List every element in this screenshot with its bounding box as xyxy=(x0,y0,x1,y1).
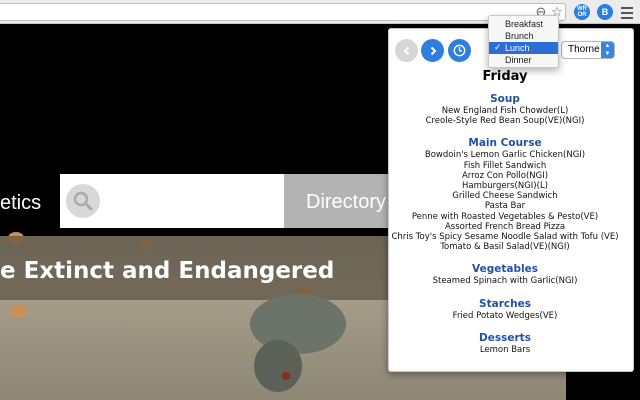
next-day-button[interactable] xyxy=(421,39,444,62)
menu-item: Fried Potato Wedges(VE) xyxy=(452,310,558,321)
dining-menu-popup: Thorne ▲ ▼ Friday Soup New England Fish Ch… xyxy=(388,28,634,372)
menu-category: Starches xyxy=(479,297,531,310)
day-heading: Friday xyxy=(482,69,528,84)
browser-window: etics Directory e Extinct and Endangered… xyxy=(0,0,640,400)
menu-item: Grilled Cheese Sandwich xyxy=(452,191,558,202)
menu-category: Soup xyxy=(490,93,520,105)
menu-item: Arroz Con Pollo(NGI) xyxy=(461,170,549,181)
dining-hall-select[interactable]: Thorne ▲ ▼ xyxy=(561,41,615,59)
chevron-up-down-icon: ▲ ▼ xyxy=(601,42,614,58)
menu-item: Tomato & Basil Salad(VE)(NGI) xyxy=(440,242,570,253)
meal-option-label: Brunch xyxy=(505,31,534,41)
menu-item: Bowdoin's Lemon Garlic Chicken(NGI) xyxy=(424,150,586,161)
menu-item: Pasta Bar xyxy=(484,201,526,212)
meal-option[interactable]: Brunch xyxy=(489,30,558,42)
nav-link[interactable]: etics xyxy=(0,192,41,215)
menu-item: Lemon Bars xyxy=(479,344,531,355)
search-icon[interactable] xyxy=(66,184,100,218)
bird-illustration xyxy=(228,284,348,400)
meal-option-label: Breakfast xyxy=(505,19,544,29)
menu-item: Assorted French Bread Pizza xyxy=(444,221,566,232)
meal-dropdown[interactable]: Breakfast Brunch ✓ Lunch Dinner xyxy=(488,15,559,68)
prev-day-button[interactable] xyxy=(395,39,418,62)
menu-item: Fish Fillet Sandwich xyxy=(463,160,547,171)
meal-option[interactable]: Breakfast xyxy=(489,18,558,30)
b-extension-icon[interactable]: B xyxy=(597,4,613,20)
meal-option-label: Lunch xyxy=(505,43,530,53)
menu-item: Chris Toy's Spicy Sesame Noodle Salad wi… xyxy=(391,232,619,243)
address-bar[interactable] xyxy=(0,3,566,21)
menu-category: Main Course xyxy=(468,137,542,150)
search-box[interactable] xyxy=(60,174,284,228)
menu-category: Vegetables xyxy=(472,263,538,276)
menu-item: Creole-Style Red Bean Soup(VE)(NGI) xyxy=(425,116,585,127)
menu-list: Soup New England Fish Chowder(L) Creole-St… xyxy=(389,93,621,355)
meal-option-label: Dinner xyxy=(505,55,532,65)
menu-item: Hamburgers(NGI)(L) xyxy=(461,181,548,192)
check-icon: ✓ xyxy=(494,43,502,53)
meal-option[interactable]: Dinner xyxy=(489,54,558,66)
dining-hall-value: Thorne xyxy=(568,44,600,55)
meal-option[interactable]: ✓ Lunch xyxy=(489,42,558,54)
hero-title: e Extinct and Endangered xyxy=(0,258,335,284)
menu-item: Penne with Roasted Vegetables & Pesto(VE… xyxy=(411,211,599,222)
menu-item: Steamed Spinach with Garlic(NGI) xyxy=(432,276,578,287)
directory-button[interactable]: Directory xyxy=(284,174,394,228)
extension-icon[interactable]: WR OR xyxy=(574,4,590,20)
menu-category: Desserts xyxy=(479,331,531,344)
clock-icon[interactable] xyxy=(448,39,471,62)
menu-item: New England Fish Chowder(L) xyxy=(441,106,569,116)
menu-icon[interactable] xyxy=(620,4,634,20)
